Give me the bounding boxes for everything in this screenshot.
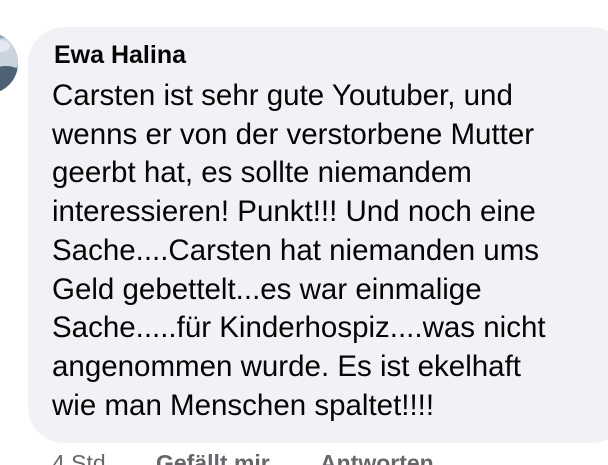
comment-text-line: Geld gebettelt...es war einmalige bbox=[52, 272, 482, 306]
comment-text-line: wenns er von der verstorbene Mutter bbox=[52, 117, 535, 151]
profile-photo-icon bbox=[0, 32, 18, 94]
comment-text-line: geerbt hat, es sollte niemandem bbox=[52, 156, 472, 190]
comment-text-line: interessieren! Punkt!!! Und noch eine bbox=[52, 195, 536, 229]
avatar[interactable] bbox=[0, 32, 18, 94]
comment-view: Ewa Halina Carsten ist sehr gute Youtube… bbox=[0, 0, 608, 465]
comment-author-name[interactable]: Ewa Halina bbox=[54, 41, 186, 70]
comment-text-line: Sache....Carsten hat niemanden ums bbox=[52, 233, 540, 267]
comment-timestamp[interactable]: 4 Std. bbox=[52, 450, 112, 465]
reply-button[interactable]: Antworten bbox=[320, 450, 434, 465]
comment-text-line: angenommen wurde. Es ist ekelhaft bbox=[52, 349, 521, 383]
like-button[interactable]: Gefällt mir bbox=[156, 450, 270, 465]
comment-text-line: Sache.....für Kinderhospiz....was nicht bbox=[52, 311, 546, 345]
comment-text-line: Carsten ist sehr gute Youtuber, und bbox=[52, 79, 513, 112]
comment-text: Carsten ist sehr gute Youtuber, und wenn… bbox=[52, 77, 608, 425]
comment-text-line: wie man Menschen spaltet!!!! bbox=[52, 388, 435, 422]
